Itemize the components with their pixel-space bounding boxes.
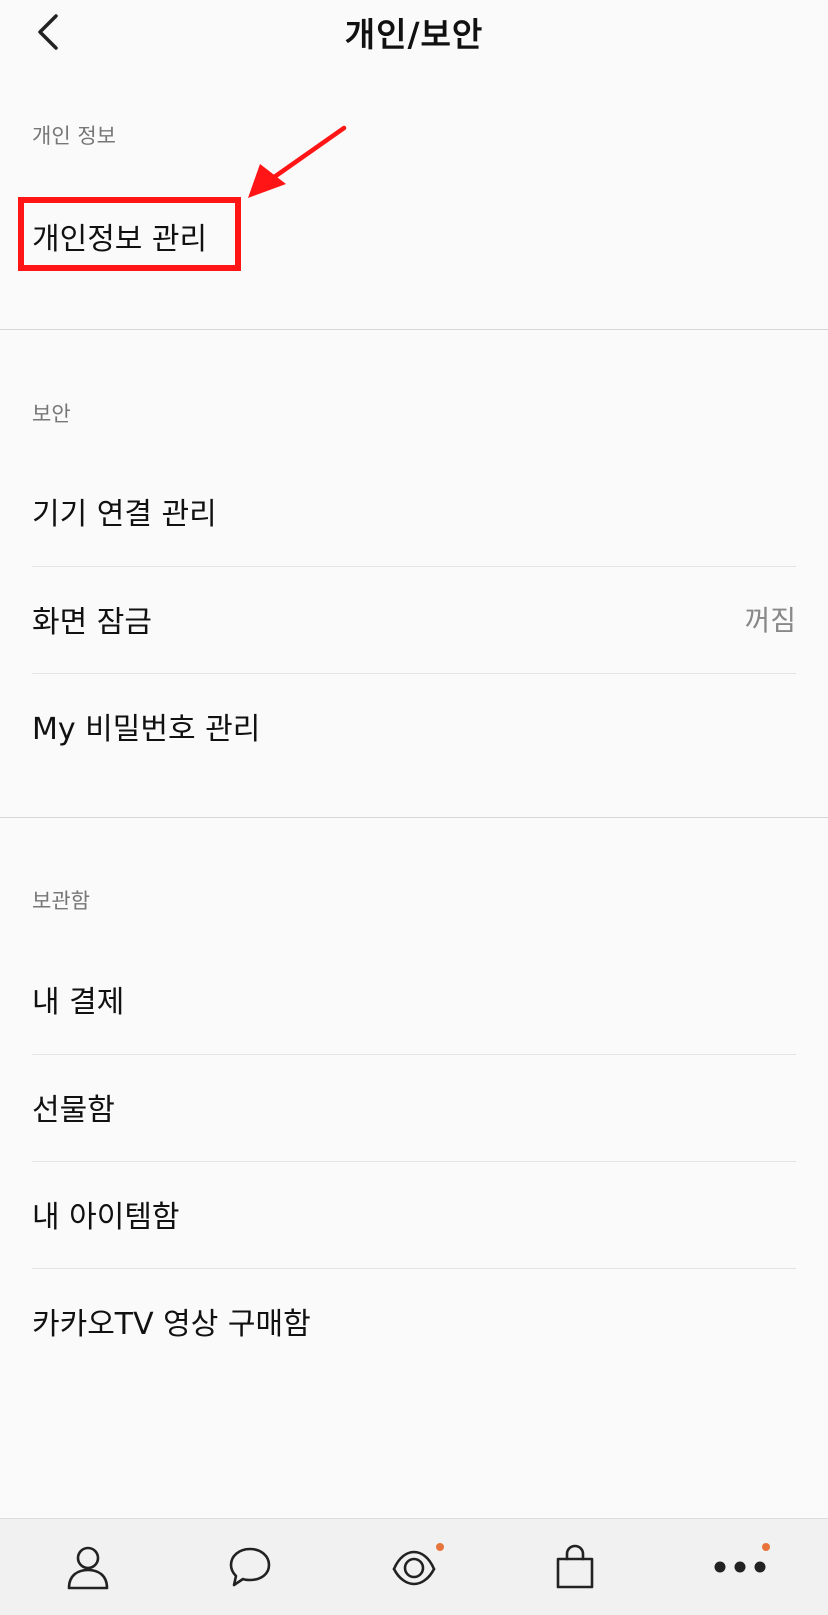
menu-item-my-payments[interactable]: 내 결제 (32, 946, 796, 1052)
shopping-bag-icon (556, 1544, 594, 1589)
tab-shopping[interactable] (535, 1537, 615, 1597)
menu-item-label: 개인정보 관리 (32, 222, 208, 257)
more-dots-icon (714, 1561, 766, 1573)
notification-badge (762, 1543, 770, 1551)
menu-item-screen-lock[interactable]: 화면 잠금 꺼짐 (32, 566, 796, 672)
tab-friends[interactable] (48, 1537, 128, 1597)
tab-view[interactable] (374, 1537, 454, 1597)
menu-item-label: My 비밀번호 관리 (32, 712, 261, 747)
notification-badge (436, 1543, 444, 1551)
page-title: 개인/보안 (344, 15, 484, 54)
menu-item-gift-box[interactable]: 선물함 (32, 1054, 796, 1160)
person-icon (67, 1546, 109, 1590)
top-bar: 개인/보안 (0, 0, 828, 64)
eye-view-icon (392, 1550, 436, 1586)
menu-item-my-items[interactable]: 내 아이템함 (32, 1161, 796, 1267)
menu-item-privacy-management[interactable]: 개인정보 관리 (32, 183, 796, 289)
menu-item-label: 카카오TV 영상 구매함 (32, 1307, 311, 1342)
menu-item-label: 화면 잠금 (32, 605, 152, 640)
chat-bubble-icon (229, 1547, 271, 1587)
bottom-tab-bar (0, 1518, 828, 1615)
section-label-security: 보안 (32, 402, 71, 426)
section-divider (0, 329, 828, 330)
menu-item-label: 내 아이템함 (32, 1200, 180, 1235)
tab-chats[interactable] (210, 1537, 290, 1597)
menu-item-my-password[interactable]: My 비밀번호 관리 (32, 673, 796, 779)
screen-lock-status: 꺼짐 (744, 604, 796, 637)
menu-item-label: 기기 연결 관리 (32, 497, 217, 532)
section-label-storage: 보관함 (32, 889, 90, 913)
tab-more[interactable] (700, 1537, 780, 1597)
menu-item-label: 내 결제 (32, 985, 125, 1020)
menu-item-kakaotv-purchases[interactable]: 카카오TV 영상 구매함 (32, 1268, 796, 1374)
menu-item-label: 선물함 (32, 1093, 115, 1128)
section-label-personal: 개인 정보 (32, 124, 116, 148)
section-divider (0, 817, 828, 818)
menu-item-device-connection[interactable]: 기기 연결 관리 (32, 458, 796, 564)
